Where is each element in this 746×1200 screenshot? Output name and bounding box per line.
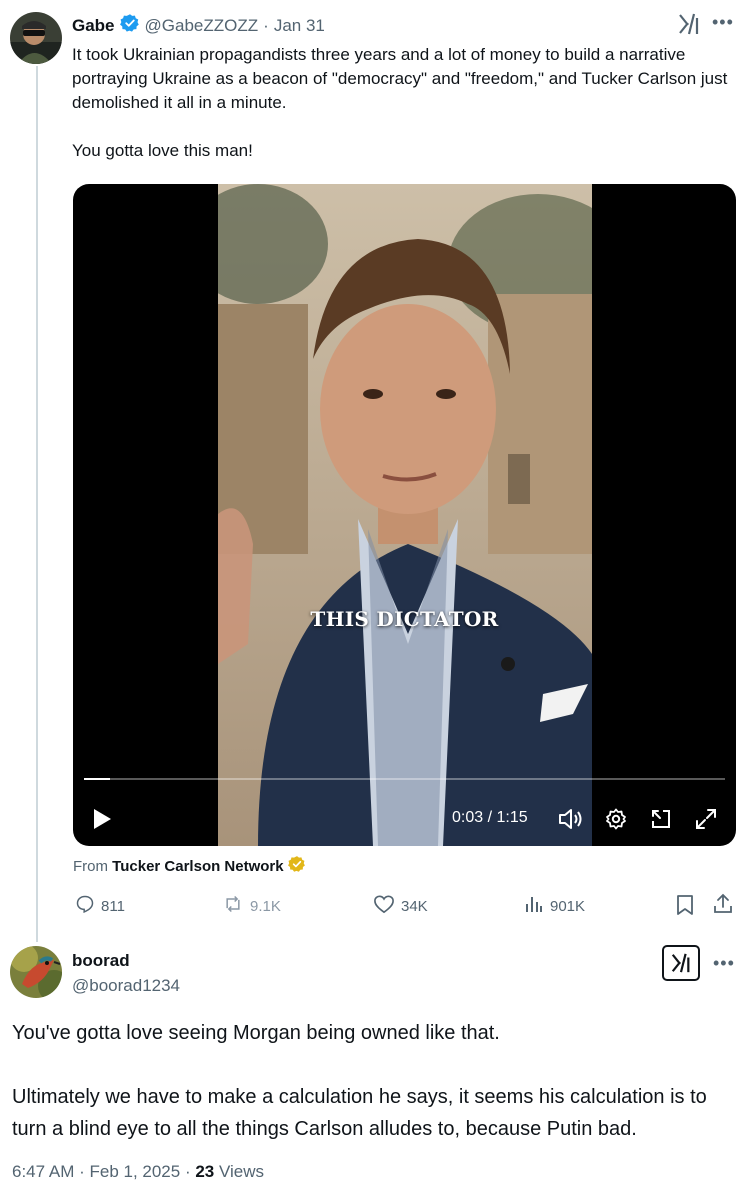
current-time: 0:03 xyxy=(452,809,484,826)
author-name[interactable]: Gabe xyxy=(72,16,115,36)
reply-button[interactable]: 811 xyxy=(75,894,125,918)
pop-out-icon[interactable] xyxy=(649,807,673,836)
reply-views-count: 23 xyxy=(195,1162,215,1181)
reply-views-label: Views xyxy=(214,1162,265,1181)
like-count: 34K xyxy=(401,897,428,915)
video-caption: THIS DICTATOR xyxy=(310,607,499,631)
x-logo-icon[interactable] xyxy=(678,12,700,41)
bookmark-icon[interactable] xyxy=(675,894,695,921)
verified-badge-icon xyxy=(119,13,140,38)
play-icon[interactable] xyxy=(92,808,112,835)
volume-icon[interactable] xyxy=(557,807,583,836)
like-button[interactable]: 34K xyxy=(373,894,428,918)
meta-separator-2: · xyxy=(180,1162,196,1181)
author-handle[interactable]: @GabeZZOZZ xyxy=(145,16,259,36)
settings-gear-icon[interactable] xyxy=(604,807,628,836)
meta-separator-1: · xyxy=(74,1162,90,1181)
time-separator: / xyxy=(483,809,497,826)
views-count: 901K xyxy=(550,897,586,915)
progress-fill xyxy=(84,778,110,780)
reply-time[interactable]: 6:47 AM xyxy=(12,1162,74,1182)
heart-icon xyxy=(373,894,395,918)
views-chart-icon xyxy=(524,894,544,918)
reply-text: You've gotta love seeing Morgan being ow… xyxy=(12,1022,707,1140)
fullscreen-icon[interactable] xyxy=(694,807,718,836)
repost-button[interactable]: 9.1K xyxy=(222,894,281,918)
post-date[interactable]: Jan 31 xyxy=(274,16,325,36)
reply-author-name[interactable]: boorad xyxy=(72,951,130,971)
repost-icon xyxy=(222,894,244,918)
reply-count: 811 xyxy=(101,897,125,915)
repost-count: 9.1K xyxy=(250,897,281,915)
reply-author-handle[interactable]: @boorad1234 xyxy=(72,976,180,996)
views-button[interactable]: 901K xyxy=(524,894,585,918)
time-display: 0:03 / 1:15 xyxy=(452,809,528,827)
avatar[interactable] xyxy=(10,12,62,64)
video-frame xyxy=(218,184,592,846)
reply-date[interactable]: Feb 1, 2025 xyxy=(89,1162,180,1182)
source-prefix: From xyxy=(73,857,113,875)
thread-connector xyxy=(36,66,38,942)
progress-track[interactable] xyxy=(84,778,725,780)
reply-avatar[interactable] xyxy=(10,946,62,998)
duration: 1:15 xyxy=(496,809,528,826)
more-options-icon[interactable]: ••• xyxy=(712,12,734,33)
tweet-text: It took Ukrainian propagandists three ye… xyxy=(72,45,728,160)
video-player[interactable]: THIS DICTATOR 0:03 / 1:15 xyxy=(73,184,736,846)
share-icon[interactable] xyxy=(712,893,734,920)
reply-x-logo-icon[interactable] xyxy=(662,945,700,981)
source-name[interactable]: Tucker Carlson Network xyxy=(112,858,283,875)
video-source: From Tucker Carlson Network xyxy=(73,855,306,877)
reply-more-options-icon[interactable]: ••• xyxy=(713,953,735,974)
tweet-header: Gabe @GabeZZOZZ · Jan 31 xyxy=(72,13,325,38)
gold-verified-badge-icon xyxy=(287,855,306,877)
header-separator: · xyxy=(263,15,269,35)
reply-icon xyxy=(75,894,95,918)
reply-meta: 6:47 AM · Feb 1, 2025 · 23 Views xyxy=(12,1162,264,1182)
